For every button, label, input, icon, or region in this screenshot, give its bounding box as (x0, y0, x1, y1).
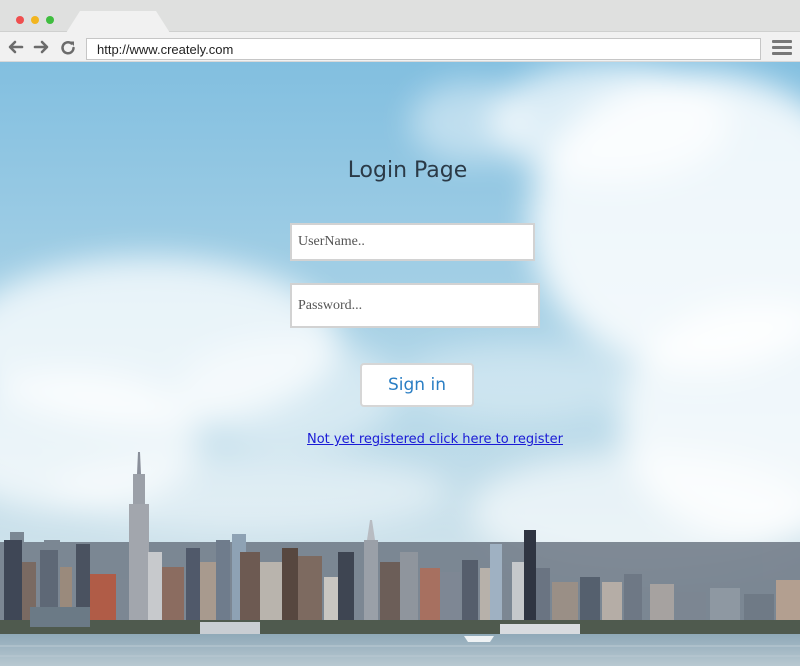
browser-tab[interactable] (66, 11, 170, 33)
password-input[interactable] (290, 283, 540, 328)
back-arrow-icon[interactable] (6, 38, 26, 56)
close-window-dot[interactable] (16, 16, 24, 24)
reload-icon[interactable] (58, 38, 78, 56)
maximize-window-dot[interactable] (46, 16, 54, 24)
browser-window: Login Page Sign in Not yet registered cl… (0, 0, 800, 666)
tab-bar (0, 0, 800, 33)
page-title: Login Page (347, 158, 468, 183)
hamburger-menu-icon[interactable] (772, 40, 792, 56)
browser-toolbar (0, 32, 800, 62)
forward-arrow-icon[interactable] (31, 38, 51, 56)
address-bar[interactable] (86, 38, 761, 60)
sign-in-button[interactable]: Sign in (360, 363, 474, 407)
page-viewport: Login Page Sign in Not yet registered cl… (0, 62, 800, 666)
username-input[interactable] (290, 223, 535, 261)
minimize-window-dot[interactable] (31, 16, 39, 24)
register-link[interactable]: Not yet registered click here to registe… (307, 432, 563, 447)
